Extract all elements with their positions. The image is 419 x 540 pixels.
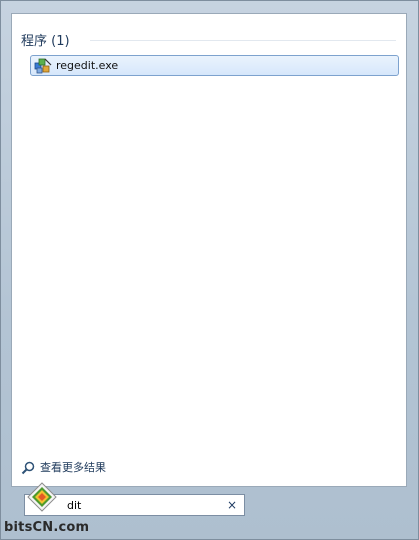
group-divider [90,40,396,41]
see-more-results-link[interactable]: 查看更多结果 [21,459,106,475]
result-item-regedit[interactable]: regedit.exe [30,55,399,76]
search-results-panel: 程序 (1) regedit.exe 查看更多结果 [11,13,407,487]
start-search-box[interactable]: × [24,494,245,516]
clear-search-button[interactable]: × [223,496,241,514]
bitscn-logo-icon [27,482,57,512]
watermark-text: bitsCN.com [4,520,90,535]
results-group-header: 程序 (1) [21,34,70,49]
search-icon [21,460,35,475]
start-menu: 程序 (1) regedit.exe 查看更多结果 dit × bitsCN.c… [0,0,419,540]
see-more-results-label: 查看更多结果 [40,461,106,474]
result-item-label: regedit.exe [56,59,119,72]
regedit-icon [34,57,52,75]
